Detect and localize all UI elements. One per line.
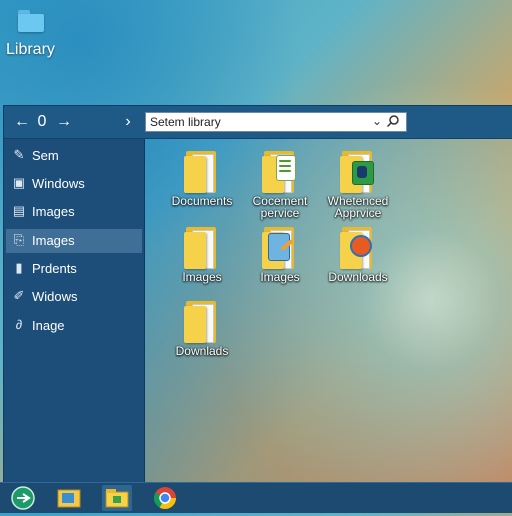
sidebar-item-prdents[interactable]: ▮ Prdents	[6, 257, 142, 281]
file-item-label: Whetenced Apprvice	[327, 194, 389, 220]
desktop-icon-label: Library	[6, 41, 55, 58]
chevron-down-icon[interactable]: ⌄	[372, 114, 382, 128]
file-item-cocement-pervice[interactable]: Cocement pervice	[237, 151, 323, 219]
file-item-downloads[interactable]: Downloads	[315, 227, 401, 283]
explorer-window: ← 0 → › Setem library ⌄ ✎ Sem ▣ Windows …	[3, 105, 512, 484]
sidebar-item-label: Inage	[32, 318, 65, 333]
file-item-label: Images	[182, 270, 222, 284]
file-item-images-2[interactable]: Images	[237, 227, 323, 283]
document-icon: ▤	[12, 203, 26, 218]
lock-icon: ▣	[12, 175, 26, 190]
address-text: Setem library	[150, 115, 221, 129]
folder-icon	[184, 301, 220, 343]
link-icon: ∂	[15, 317, 23, 332]
address-bar[interactable]: Setem library ⌄	[145, 112, 407, 132]
stop-icon[interactable]: 0	[32, 112, 52, 132]
file-item-label: Downlads	[175, 344, 229, 358]
folder-icon	[184, 227, 220, 269]
file-item-documents[interactable]: Documents	[159, 151, 245, 207]
taskbar	[0, 482, 512, 513]
file-item-label: Documents	[171, 194, 233, 208]
chrome-icon[interactable]	[150, 485, 180, 511]
sidebar-item-widows[interactable]: ✐ Widows	[6, 285, 142, 309]
file-view: Documents Cocement pervice Whetenced App…	[145, 139, 512, 484]
start-icon[interactable]	[8, 485, 38, 511]
sidebar-item-windows[interactable]: ▣ Windows	[6, 172, 142, 196]
back-arrow-icon[interactable]: ←	[12, 112, 32, 132]
folder-map-icon[interactable]	[54, 485, 84, 511]
sidebar-item-label: Prdents	[32, 261, 77, 276]
sidebar-item-label: Sem	[32, 148, 59, 163]
navigation-pane: ✎ Sem ▣ Windows ▤ Images ⎘ Images ▮ Prde…	[4, 139, 145, 484]
file-item-label: Images	[260, 270, 300, 284]
book-icon: ▮	[15, 260, 23, 275]
file-item-whetenced-apprvice[interactable]: Whetenced Apprvice	[315, 151, 401, 219]
pin-icon: ✎	[13, 147, 25, 162]
picture-folder-icon	[262, 227, 298, 269]
tool-icon: ✐	[13, 288, 25, 303]
file-item-label: Cocement pervice	[252, 194, 308, 220]
file-item-downlads[interactable]: Downlads	[159, 301, 245, 357]
sidebar-item-images[interactable]: ▤ Images	[6, 200, 142, 224]
file-item-images[interactable]: Images	[159, 227, 245, 283]
sidebar-item-sem[interactable]: ✎ Sem	[6, 144, 142, 168]
file-item-label: Downloads	[328, 270, 388, 284]
sidebar-item-label: Widows	[32, 289, 78, 304]
app-folder-icon	[340, 151, 376, 193]
browser-folder-icon	[340, 227, 376, 269]
sidebar-item-label: Windows	[32, 176, 85, 191]
search-icon[interactable]	[386, 114, 400, 128]
chevron-right-icon[interactable]: ›	[118, 112, 138, 132]
navigation-toolbar: ← 0 → › Setem library ⌄	[4, 106, 512, 139]
sidebar-item-inage[interactable]: ∂ Inage	[6, 314, 142, 338]
sidebar-item-label: Images	[32, 233, 75, 248]
image-icon: ⎘	[13, 232, 25, 247]
folder-icon	[18, 10, 44, 32]
document-folder-icon	[262, 151, 298, 193]
folder-icon	[184, 151, 220, 193]
sidebar-item-label: Images	[32, 204, 75, 219]
file-explorer-icon[interactable]	[102, 485, 132, 511]
forward-arrow-icon[interactable]: →	[54, 112, 74, 132]
sidebar-item-images-selected[interactable]: ⎘ Images	[6, 229, 142, 253]
